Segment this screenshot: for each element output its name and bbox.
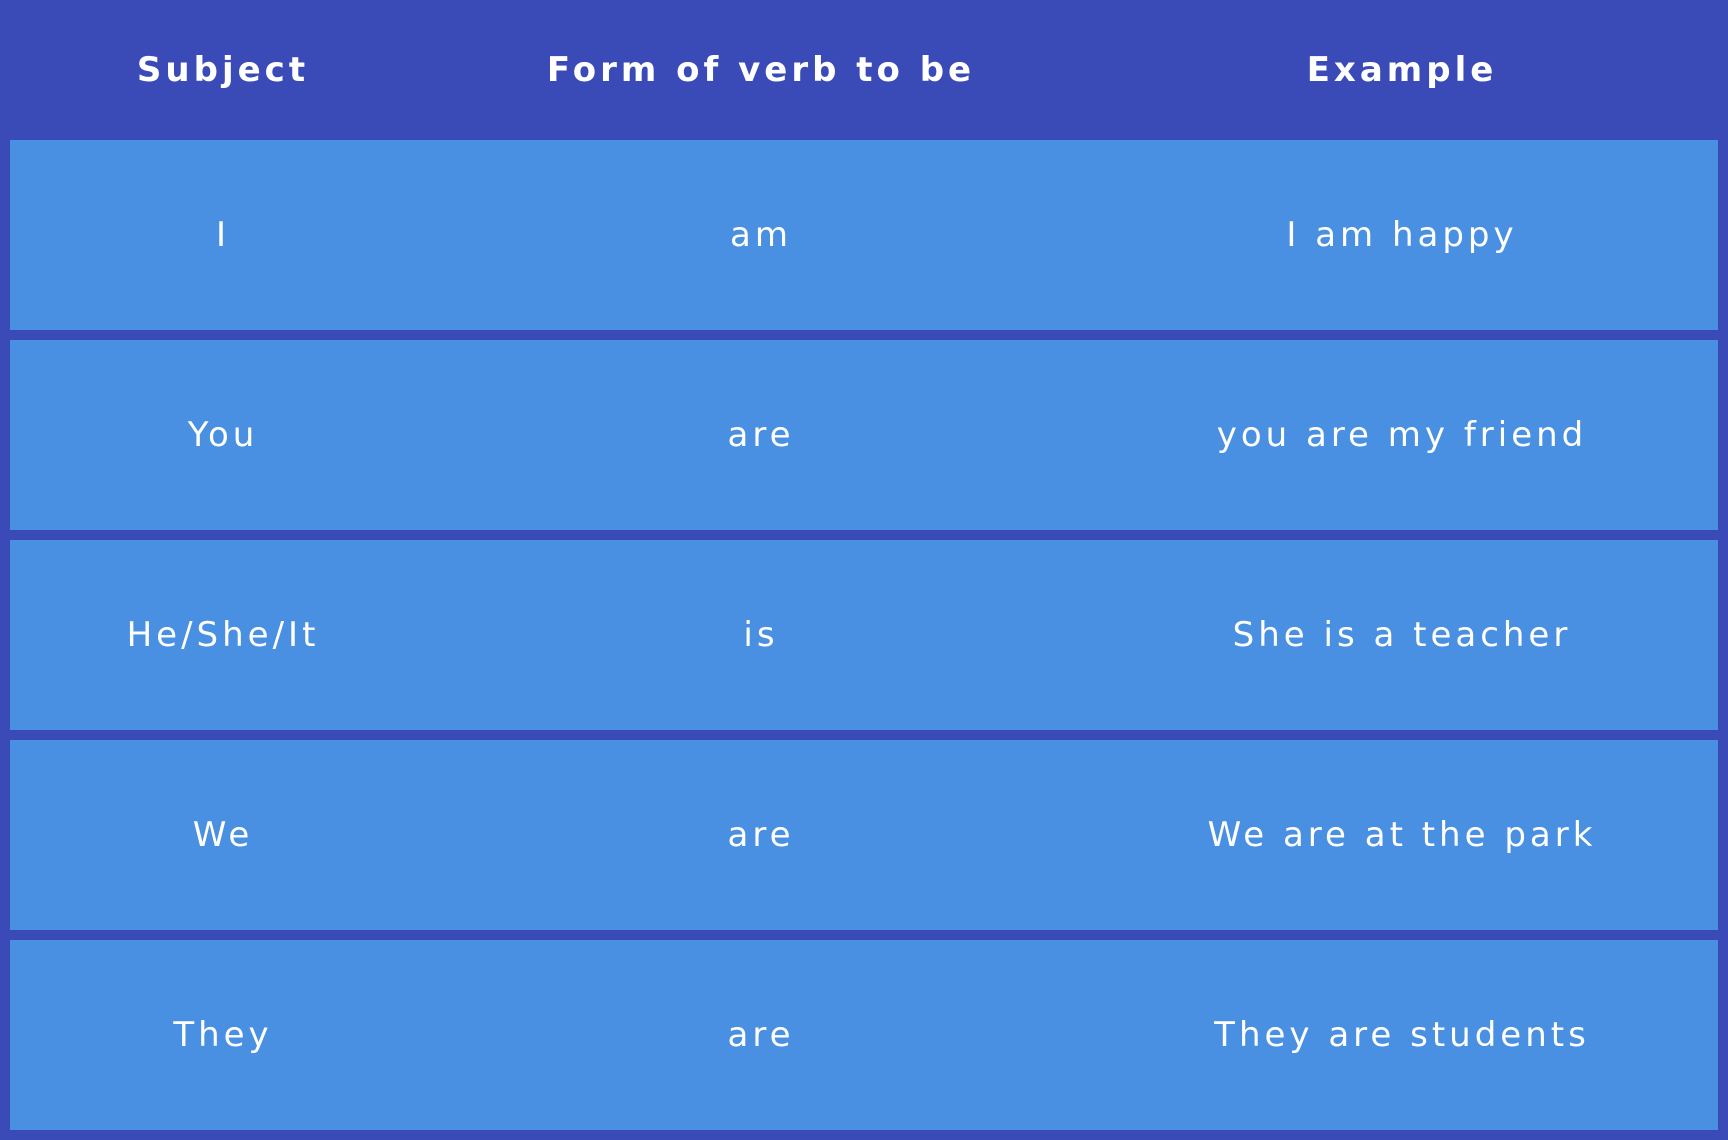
- table-body: I am I am happy You are you are my frien…: [10, 140, 1718, 1130]
- cell-verb: is: [743, 615, 779, 655]
- table-row: He/She/It is She is a teacher: [10, 540, 1718, 730]
- cell-subject: He/She/It: [126, 615, 320, 655]
- cell-subject: We: [192, 815, 254, 855]
- cell-verb: am: [730, 215, 792, 255]
- header-example: Example: [1306, 50, 1498, 90]
- cell-verb: are: [727, 815, 795, 855]
- cell-subject: They: [173, 1015, 273, 1055]
- cell-example: We are at the park: [1207, 815, 1597, 855]
- cell-verb: are: [727, 415, 795, 455]
- table-row: We are We are at the park: [10, 740, 1718, 930]
- cell-example: They are students: [1214, 1015, 1590, 1055]
- cell-verb: are: [727, 1015, 795, 1055]
- cell-example: I am happy: [1286, 215, 1518, 255]
- header-subject: Subject: [136, 50, 310, 90]
- cell-example: She is a teacher: [1232, 615, 1572, 655]
- cell-example: you are my friend: [1216, 415, 1588, 455]
- cell-subject: I: [215, 215, 231, 255]
- header-form-of-verb: Form of verb to be: [546, 50, 976, 90]
- table-row: They are They are students: [10, 940, 1718, 1130]
- table-row: I am I am happy: [10, 140, 1718, 330]
- verb-to-be-table: Subject Form of verb to be Example I am …: [0, 0, 1728, 1140]
- table-row: You are you are my friend: [10, 340, 1718, 530]
- cell-subject: You: [187, 415, 259, 455]
- table-header-row: Subject Form of verb to be Example: [10, 0, 1718, 140]
